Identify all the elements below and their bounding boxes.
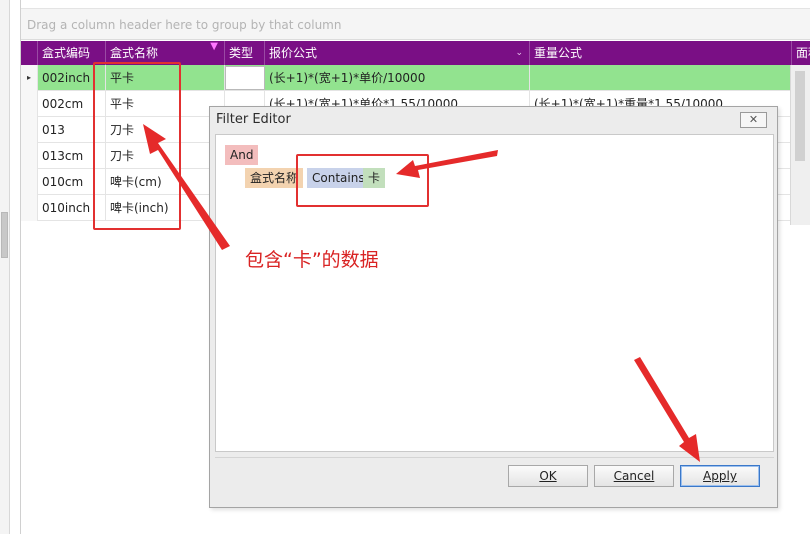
cell-type-editor[interactable] <box>225 66 265 90</box>
group-by-hint: Drag a column header here to group by th… <box>27 18 342 32</box>
row-indicator <box>21 169 38 195</box>
header-indicator-cell <box>21 41 38 65</box>
footer-divider <box>215 457 774 458</box>
grid-vertical-scrollbar[interactable] <box>790 65 810 225</box>
cell-weight-formula[interactable] <box>530 65 792 91</box>
column-header-weight-formula[interactable]: 重量公式 <box>530 41 792 65</box>
close-button[interactable]: ✕ <box>740 112 767 128</box>
filter-field[interactable]: 盒式名称 <box>245 168 304 188</box>
column-header-type[interactable]: 类型 <box>225 41 265 65</box>
cell-price-formula[interactable]: (长+1)*(宽+1)*单价/10000 <box>265 65 530 91</box>
group-by-panel[interactable]: Drag a column header here to group by th… <box>21 8 810 40</box>
dialog-title: Filter Editor <box>216 112 291 127</box>
left-scroll-thumb[interactable] <box>1 212 8 258</box>
ok-button[interactable]: OK <box>508 465 588 487</box>
row-indicator <box>21 195 38 221</box>
annotation-box-name-column <box>93 62 181 230</box>
annotation-box-filter <box>296 154 429 207</box>
filter-editor-dialog: Filter Editor ✕ And 盒式名称 Contains 卡 OK C… <box>209 106 778 508</box>
filter-icon[interactable]: ▼ <box>210 42 218 52</box>
column-header-area[interactable]: 面积 <box>792 41 810 65</box>
close-icon: ✕ <box>748 113 759 126</box>
row-indicator <box>21 91 38 117</box>
cancel-button[interactable]: Cancel <box>594 465 674 487</box>
filter-group-operator[interactable]: And <box>225 145 259 165</box>
row-indicator <box>21 117 38 143</box>
row-indicator-icon: ▸ <box>21 65 38 91</box>
row-indicator <box>21 143 38 169</box>
left-scrollbar[interactable] <box>0 0 10 534</box>
grid-scroll-thumb[interactable] <box>795 71 805 161</box>
annotation-text: 包含“卡”的数据 <box>245 249 379 271</box>
apply-button[interactable]: Apply <box>680 465 760 487</box>
chevron-down-icon[interactable]: ⌄ <box>515 41 523 65</box>
column-header-price-formula[interactable]: 报价公式 ⌄ <box>265 41 530 65</box>
